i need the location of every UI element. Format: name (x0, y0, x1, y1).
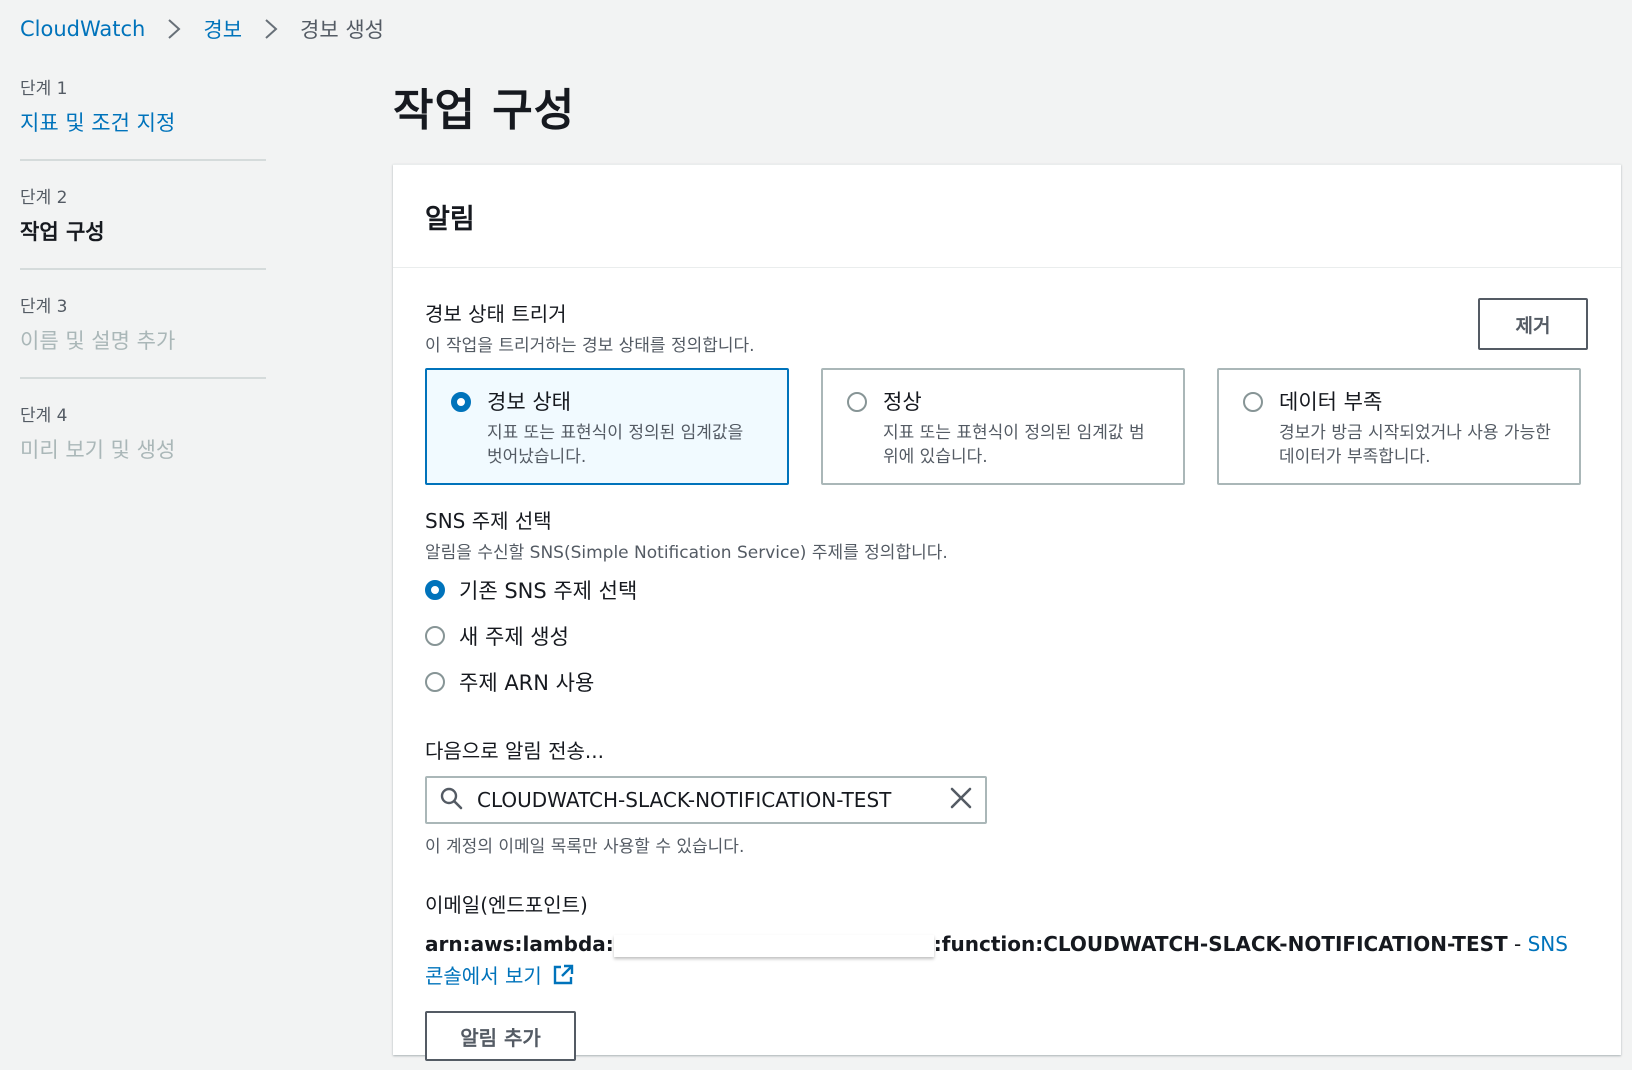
breadcrumb-current: 경보 생성 (300, 18, 384, 42)
chevron-right-icon (163, 18, 185, 40)
radio-label: 기존 SNS 주제 선택 (459, 579, 638, 603)
step-4-title: 미리 보기 및 생성 (20, 438, 176, 462)
remove-button[interactable]: 제거 (1478, 298, 1588, 350)
send-to-hint: 이 계정의 이메일 목록만 사용할 수 있습니다. (425, 837, 745, 857)
tile-label: 정상 (883, 390, 922, 414)
panel-body: 경보 상태 트리거 이 작업을 트리거하는 경보 상태를 정의합니다. 제거 경… (393, 268, 1621, 1061)
search-value: CLOUDWATCH-SLACK-NOTIFICATION-TEST (477, 788, 892, 812)
tile-ok[interactable]: 정상 지표 또는 표현식이 정의된 임계값 범위에 있습니다. (821, 368, 1185, 485)
tile-desc: 지표 또는 표현식이 정의된 임계값 범위에 있습니다. (883, 423, 1145, 467)
tile-insufficient-data[interactable]: 데이터 부족 경보가 방금 시작되었거나 사용 가능한 데이터가 부족합니다. (1217, 368, 1581, 485)
arn-separator: - (1507, 932, 1528, 956)
endpoint-section: 이메일(엔드포인트) arn:aws:lambda: :function:CLOU… (425, 889, 1589, 995)
add-notification-button[interactable]: 알림 추가 (425, 1011, 576, 1061)
step-number: 단계 1 (20, 79, 68, 99)
radio-label: 새 주제 생성 (459, 625, 569, 649)
radio-option-new-topic[interactable]: 새 주제 생성 (425, 621, 1589, 651)
step-2-current: 작업 구성 (20, 220, 105, 244)
sns-section: SNS 주제 선택 알림을 수신할 SNS(Simple Notificatio… (425, 505, 1589, 697)
step-number: 단계 2 (20, 188, 68, 208)
arn-prefix: arn:aws:lambda: (425, 932, 614, 956)
radio-in-alarm[interactable] (451, 392, 471, 412)
step-2: 단계 2 작업 구성 (20, 177, 266, 270)
sns-desc: 알림을 수신할 SNS(Simple Notification Service)… (425, 543, 948, 563)
sns-label: SNS 주제 선택 (425, 509, 552, 533)
page-title: 작업 구성 (393, 85, 576, 136)
tile-in-alarm[interactable]: 경보 상태 지표 또는 표현식이 정의된 임계값을 벗어났습니다. (425, 368, 789, 485)
trigger-desc: 이 작업을 트리거하는 경보 상태를 정의합니다. (425, 336, 755, 356)
radio-option-topic-arn[interactable]: 주제 ARN 사용 (425, 667, 1589, 697)
notification-panel: 알림 경보 상태 트리거 이 작업을 트리거하는 경보 상태를 정의합니다. 제… (393, 164, 1621, 1061)
radio-label: 주제 ARN 사용 (459, 671, 595, 695)
clear-icon[interactable] (949, 786, 973, 814)
step-number: 단계 4 (20, 406, 68, 426)
breadcrumb-alarms[interactable]: 경보 (203, 14, 242, 44)
radio-option-existing-topic[interactable]: 기존 SNS 주제 선택 (425, 575, 1589, 605)
chevron-right-icon (260, 18, 282, 40)
step-3: 단계 3 이름 및 설명 추가 (20, 286, 266, 379)
send-to-section: 다음으로 알림 전송... CLOUDWATCH-SLACK-NOTIFICAT… (425, 735, 1589, 857)
search-icon (439, 786, 463, 814)
external-link-icon (552, 963, 574, 995)
step-number: 단계 3 (20, 297, 68, 317)
tile-desc: 경보가 방금 시작되었거나 사용 가능한 데이터가 부족합니다. (1279, 423, 1551, 467)
wizard-steps: 단계 1 지표 및 조건 지정 단계 2 작업 구성 단계 3 이름 및 설명 … (20, 68, 266, 502)
step-1-link[interactable]: 지표 및 조건 지정 (20, 107, 266, 137)
endpoint-label: 이메일(엔드포인트) (425, 893, 588, 917)
arn-suffix: :function:CLOUDWATCH-SLACK-NOTIFICATION-… (933, 932, 1508, 956)
trigger-label: 경보 상태 트리거 (425, 302, 567, 326)
redacted-mask (613, 934, 934, 957)
tile-label: 경보 상태 (487, 390, 571, 414)
radio-insufficient-data[interactable] (1243, 392, 1263, 412)
breadcrumb-cloudwatch[interactable]: CloudWatch (20, 17, 145, 41)
radio-topic-arn[interactable] (425, 672, 445, 692)
trigger-tiles: 경보 상태 지표 또는 표현식이 정의된 임계값을 벗어났습니다. 정상 지표 … (425, 368, 1589, 485)
radio-new-topic[interactable] (425, 626, 445, 646)
radio-ok[interactable] (847, 392, 867, 412)
breadcrumb: CloudWatch 경보 경보 생성 (20, 14, 384, 44)
step-4: 단계 4 미리 보기 및 생성 (20, 395, 266, 486)
panel-title: 알림 (393, 165, 1621, 268)
radio-existing-topic[interactable] (425, 580, 445, 600)
tile-label: 데이터 부족 (1279, 390, 1383, 414)
topic-search-input[interactable]: CLOUDWATCH-SLACK-NOTIFICATION-TEST (425, 776, 987, 824)
endpoint-arn: arn:aws:lambda: :function:CLOUDWATCH-SLAC… (425, 928, 1589, 995)
send-to-label: 다음으로 알림 전송... (425, 739, 604, 763)
step-1: 단계 1 지표 및 조건 지정 (20, 68, 266, 161)
step-3-title: 이름 및 설명 추가 (20, 329, 176, 353)
tile-desc: 지표 또는 표현식이 정의된 임계값을 벗어났습니다. (487, 423, 744, 467)
trigger-section: 경보 상태 트리거 이 작업을 트리거하는 경보 상태를 정의합니다. 제거 경… (425, 268, 1589, 485)
